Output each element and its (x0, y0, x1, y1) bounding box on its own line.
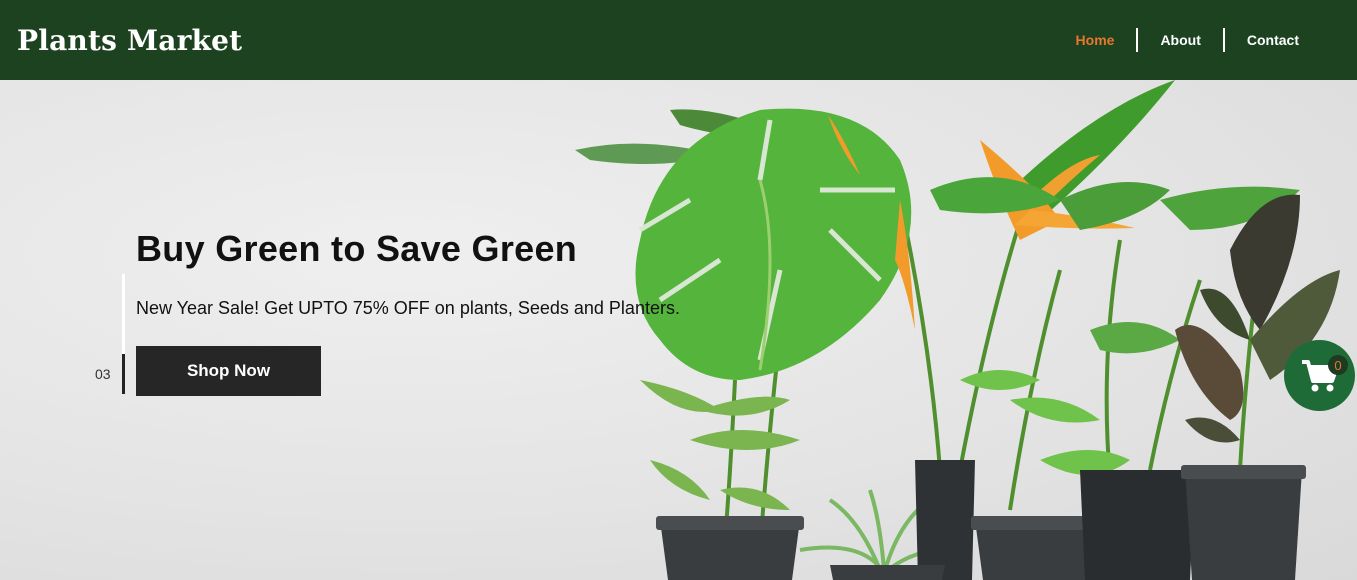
cart-count-badge: 0 (1328, 355, 1348, 375)
hero-plants-image (575, 80, 1340, 580)
nav-home-link[interactable]: Home (1054, 32, 1137, 48)
nav-about-link[interactable]: About (1138, 32, 1222, 48)
slide-indicator-track (122, 274, 125, 354)
slide-number: 03 (95, 366, 111, 382)
hero-headline: Buy Green to Save Green (136, 228, 578, 269)
nav-contact-link[interactable]: Contact (1225, 32, 1321, 48)
hero-banner: 03 Buy Green to Save Green New Year Sale… (0, 80, 1357, 580)
brand-logo[interactable]: Plants Market (17, 24, 242, 57)
hero-subheadline: New Year Sale! Get UPTO 75% OFF on plant… (136, 298, 680, 318)
shop-now-button[interactable]: Shop Now (136, 346, 321, 396)
slide-indicator-active[interactable] (122, 354, 125, 394)
cart-button[interactable] (1284, 340, 1355, 411)
site-header: Plants Market Home About Contact (0, 0, 1357, 80)
main-nav: Home About Contact (1054, 28, 1321, 52)
